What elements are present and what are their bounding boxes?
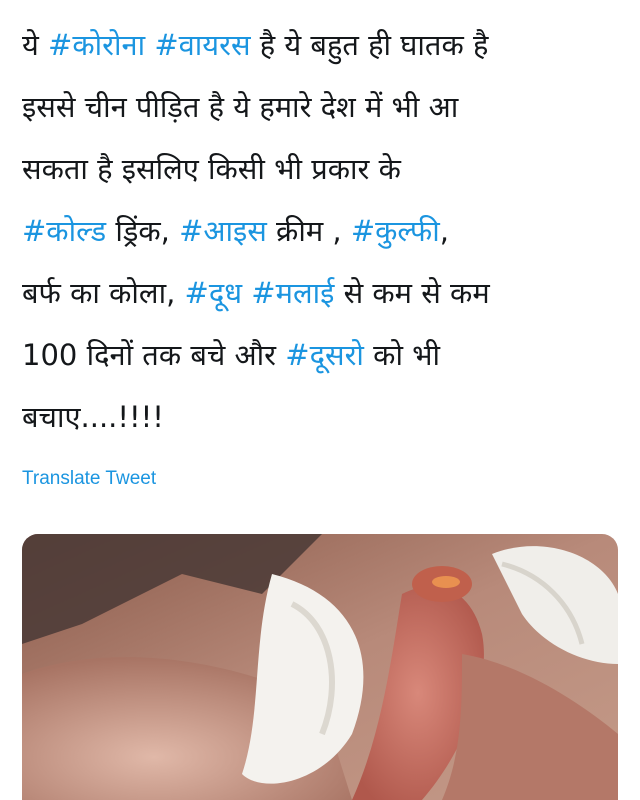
- tweet-text-line: ये #कोरोना #वायरस है ये बहुत ही घातक है: [22, 14, 622, 76]
- tweet-text-line: #कोल्ड ड्रिंक, #आइस क्रीम , #कुल्फी,: [22, 200, 622, 262]
- tweet-text-segment: ये: [22, 28, 49, 62]
- photo-thumbnail-icon: [22, 534, 618, 800]
- tweet-text: ये #कोरोना #वायरस है ये बहुत ही घातक है इ…: [22, 14, 622, 448]
- tweet-text-line: बचाए....!!!!: [22, 386, 622, 448]
- hashtag-link[interactable]: #कोल्ड: [22, 214, 106, 248]
- hashtag-link[interactable]: #कोरोना: [48, 28, 145, 62]
- tweet-text-segment: [242, 276, 251, 310]
- tweet-text-segment: [145, 28, 154, 62]
- hashtag-link[interactable]: #आइस: [179, 214, 267, 248]
- tweet-text-segment: को भी: [363, 338, 441, 372]
- hashtag-link[interactable]: #मलाई: [251, 276, 334, 310]
- tweet-text-segment: 100 दिनों तक बचे और: [22, 338, 286, 372]
- tweet-text-segment: ड्रिंक,: [106, 214, 180, 248]
- tweet-text-segment: क्रीम ,: [266, 214, 351, 248]
- tweet-text-segment: से कम से कम: [334, 276, 490, 310]
- hashtag-link[interactable]: #दूध: [185, 276, 243, 310]
- hashtag-link[interactable]: #दूसरो: [285, 338, 364, 372]
- tweet-text-line: बर्फ का कोला, #दूध #मलाई से कम से कम: [22, 262, 622, 324]
- tweet-text-line: इससे चीन पीड़ित है ये हमारे देश में भी आ: [22, 76, 622, 138]
- tweet-text-segment: ,: [439, 214, 449, 248]
- tweet-text-segment: बर्फ का कोला,: [22, 276, 185, 310]
- tweet-text-line: 100 दिनों तक बचे और #दूसरो को भी: [22, 324, 622, 386]
- tweet-text-segment: है ये बहुत ही घातक है: [250, 28, 489, 62]
- hashtag-link[interactable]: #वायरस: [154, 28, 250, 62]
- tweet-media-image[interactable]: [22, 534, 618, 800]
- tweet-text-segment: सकता है इसलिए किसी भी प्रकार के: [22, 152, 401, 186]
- tweet-text-line: सकता है इसलिए किसी भी प्रकार के: [22, 138, 622, 200]
- hashtag-link[interactable]: #कुल्फी: [351, 214, 440, 248]
- tweet-text-segment: इससे चीन पीड़ित है ये हमारे देश में भी आ: [22, 90, 459, 124]
- tweet-text-segment: बचाए....!!!!: [22, 400, 164, 434]
- translate-tweet-link[interactable]: Translate Tweet: [22, 468, 156, 490]
